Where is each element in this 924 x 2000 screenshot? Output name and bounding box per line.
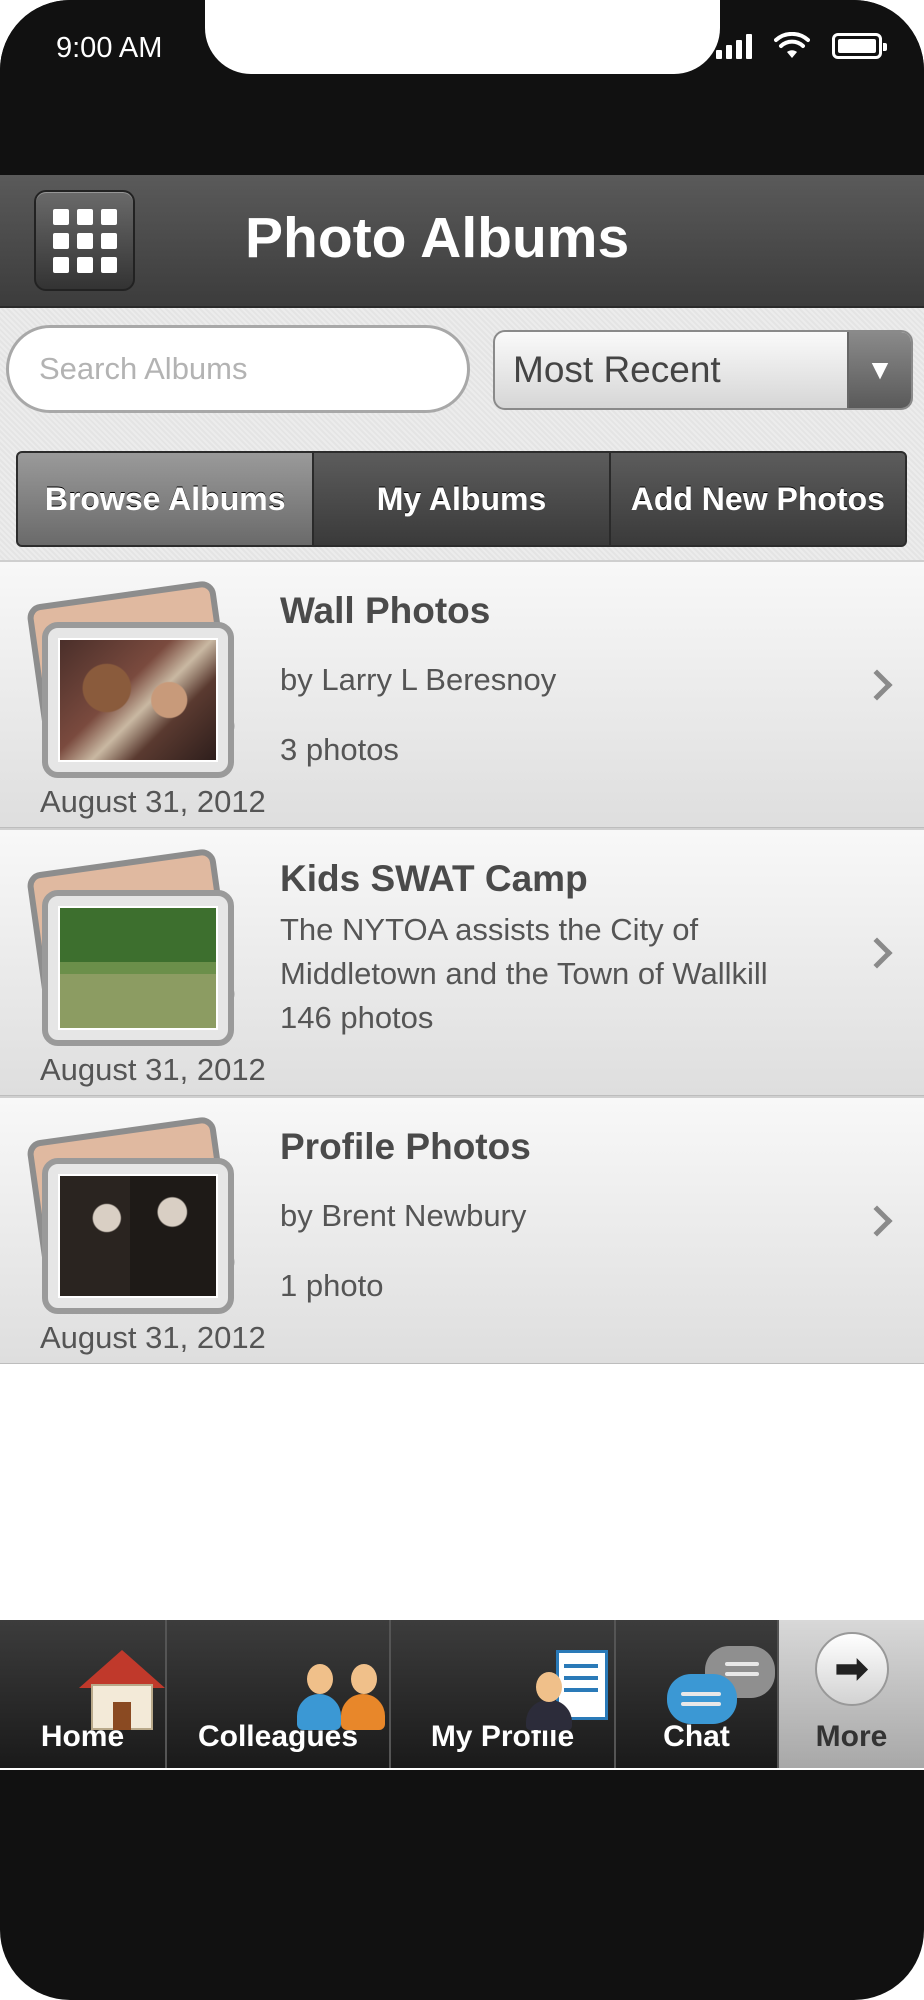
status-time: 9:00 AM xyxy=(56,32,163,64)
list-item[interactable]: Wall Photos by Larry L Beresnoy 3 photos… xyxy=(0,560,924,828)
album-thumbnail xyxy=(25,847,248,1052)
nav-more[interactable]: ➡ More xyxy=(779,1620,924,1768)
colleagues-icon xyxy=(293,1652,389,1732)
tab-my-albums[interactable]: My Albums xyxy=(314,453,611,545)
album-thumbnail xyxy=(25,579,248,784)
tab-add-new-photos[interactable]: Add New Photos xyxy=(610,453,905,545)
nav-chat[interactable]: Chat xyxy=(616,1620,779,1768)
wifi-icon xyxy=(774,32,810,58)
nav-colleagues[interactable]: Colleagues xyxy=(167,1620,391,1768)
nav-label: More xyxy=(815,1720,888,1753)
battery-icon xyxy=(832,33,887,59)
list-item[interactable]: Kids SWAT Camp The NYTOA assists the Cit… xyxy=(0,828,924,1096)
tab-browse-albums[interactable]: Browse Albums xyxy=(18,453,315,545)
bottom-nav: Home Colleagues My Profile Chat ➡ More xyxy=(0,1620,924,1768)
chevron-right-icon[interactable] xyxy=(861,937,893,969)
house-icon xyxy=(79,1650,165,1732)
chat-icon xyxy=(667,1646,777,1732)
filter-bar: Search Albums Most Recent ▼ Browse Album… xyxy=(0,308,924,560)
title-bar: Photo Albums xyxy=(0,175,924,308)
album-cover-photo xyxy=(58,906,218,1030)
search-input[interactable]: Search Albums xyxy=(6,325,470,413)
system-icons xyxy=(716,32,887,60)
album-title: Profile Photos xyxy=(280,1126,531,1167)
album-cover-photo xyxy=(58,638,218,762)
album-subtitle: by Larry L Beresnoy xyxy=(280,662,557,697)
chevron-down-icon[interactable]: ▼ xyxy=(847,332,911,408)
album-thumbnail xyxy=(25,1115,248,1320)
album-photo-count: 1 photo xyxy=(280,1268,384,1303)
list-item[interactable]: Profile Photos by Brent Newbury 1 photo … xyxy=(0,1096,924,1364)
album-date: August 31, 2012 xyxy=(40,1052,266,1087)
sort-dropdown[interactable]: Most Recent ▼ xyxy=(493,330,913,410)
album-photo-count: 146 photos xyxy=(280,1000,434,1035)
app-screen: Photo Albums Search Albums Most Recent ▼… xyxy=(0,175,924,1770)
album-cover-photo xyxy=(58,1174,218,1298)
album-photo-count: 3 photos xyxy=(280,732,399,767)
signal-icon xyxy=(716,33,752,59)
nav-my-profile[interactable]: My Profile xyxy=(391,1620,616,1768)
album-title: Wall Photos xyxy=(280,590,491,631)
profile-icon xyxy=(526,1650,614,1732)
phone-frame: 9:00 AM Photo Albums Search Albums Most … xyxy=(0,0,924,2000)
more-arrow-icon: ➡ xyxy=(814,1632,889,1706)
grid-menu-icon[interactable] xyxy=(34,190,135,291)
nav-home[interactable]: Home xyxy=(0,1620,167,1768)
page-title: Photo Albums xyxy=(245,206,630,270)
album-date: August 31, 2012 xyxy=(40,784,266,819)
album-tabs: Browse Albums My Albums Add New Photos xyxy=(16,451,907,547)
sort-value: Most Recent xyxy=(513,349,721,390)
album-title: Kids SWAT Camp xyxy=(280,858,588,899)
chevron-right-icon[interactable] xyxy=(861,669,893,701)
album-date: August 31, 2012 xyxy=(40,1320,266,1355)
album-subtitle: by Brent Newbury xyxy=(280,1198,527,1233)
album-subtitle: The NYTOA assists the City of Middletown… xyxy=(280,912,768,991)
chevron-right-icon[interactable] xyxy=(861,1205,893,1237)
album-list: Wall Photos by Larry L Beresnoy 3 photos… xyxy=(0,560,924,1364)
status-bar: 9:00 AM xyxy=(0,0,924,175)
notch xyxy=(205,0,720,74)
